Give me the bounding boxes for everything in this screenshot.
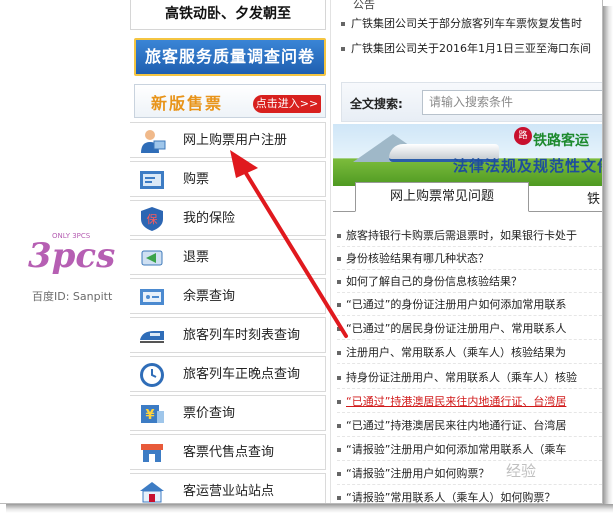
banner-subtitle: 法律法规及规范性文件 <box>453 157 603 175</box>
menu-item-refund[interactable]: 退票 <box>130 239 326 275</box>
menu-item-agency-query[interactable]: 客票代售点查询 <box>130 434 326 470</box>
bullet-icon <box>341 22 345 26</box>
new-ticketing-title: 新版售票 <box>151 94 224 113</box>
news-text: 广铁集团公司关于2016年1月1日三亚至海口东间 <box>351 42 591 55</box>
enter-button[interactable]: 点击进入>> <box>253 95 321 113</box>
faq-text: “请报验”常用联系人（乘车人）如何购票？ <box>346 491 556 504</box>
bullet-icon <box>337 400 341 404</box>
menu-label: 购票 <box>183 172 210 187</box>
menu-label: 客票代售点查询 <box>183 445 275 460</box>
faq-text: 注册用户、常用联系人（乘车人）核验结果为 <box>346 346 566 359</box>
menu-label: 我的保险 <box>183 211 236 226</box>
menu-label: 旅客列车时刻表查询 <box>183 328 301 343</box>
watermark-baidu-id: 百度ID: Sanpitt <box>32 290 113 303</box>
faq-text: “已通过”的居民身份证注册用户、常用联系人 <box>346 322 567 335</box>
faq-text: “请报验”注册用户如何添加常用联系人（乘车 <box>346 443 567 456</box>
menu-item-timetable[interactable]: 旅客列车时刻表查询 <box>130 317 326 353</box>
regulations-banner[interactable]: 路 铁路客运 法律法规及规范性文件 <box>333 124 603 186</box>
promo-text[interactable]: 高铁动卧、夕发朝至 <box>130 0 326 30</box>
clock-icon <box>138 361 166 389</box>
tab-online-faq[interactable]: 网上购票常见问题 <box>355 182 529 212</box>
menu-item-buy-ticket[interactable]: 购票 <box>130 161 326 197</box>
menu-item-stations[interactable]: 客运营业站站点 <box>130 473 326 503</box>
insurance-shield-icon: 保 <box>138 205 166 233</box>
faq-text: “请报验”注册用户如何购票？ <box>346 467 490 480</box>
search-label: 全文搜索: <box>350 97 403 111</box>
survey-button[interactable]: 旅客服务质量调查问卷 <box>134 38 326 76</box>
faq-tabs: 网上购票常见问题 铁 <box>333 182 602 212</box>
news-item[interactable]: 广铁集团公司关于2016年1月1日三亚至海口东间 <box>341 40 591 56</box>
bullet-icon <box>337 351 341 355</box>
main-content: 公告 广铁集团公司关于部分旅客列车车票恢复发售时 广铁集团公司关于2016年1月… <box>330 0 603 504</box>
menu-item-delay-query[interactable]: 旅客列车正晚点查询 <box>130 356 326 392</box>
watermark-logo: 3pcs <box>28 236 116 276</box>
faq-item[interactable]: “请报验”注册用户如何添加常用联系人（乘车 <box>337 438 602 461</box>
faq-item[interactable]: 如何了解自己的身份信息核验结果？ <box>337 270 602 293</box>
faq-item[interactable]: 旅客持银行卡购票后需退票时，如果银行卡处于 <box>337 224 602 247</box>
menu-label: 票价查询 <box>183 406 236 421</box>
menu-label: 网上购票用户注册 <box>183 133 288 148</box>
ticket-icon <box>138 166 166 194</box>
menu-label: 余票查询 <box>183 289 236 304</box>
shop-icon <box>138 439 166 467</box>
search-input[interactable]: 请输入搜索条件 <box>422 90 602 115</box>
bullet-icon <box>337 448 341 452</box>
bullet-icon <box>337 472 341 476</box>
menu-label: 客运营业站站点 <box>183 484 275 499</box>
faq-text: “已通过”持港澳居民来往内地通行证、台湾居 <box>346 395 567 408</box>
bullet-icon <box>337 376 341 380</box>
corner-watermark: 经验 <box>506 462 537 480</box>
menu-item-my-insurance[interactable]: 保 我的保险 <box>130 200 326 236</box>
tab-next[interactable]: 铁 <box>587 188 600 207</box>
train-icon <box>138 322 166 350</box>
faq-text: 身份核验结果有哪几种状态？ <box>346 252 489 265</box>
bullet-icon <box>337 327 341 331</box>
faq-text: 旅客持银行卡购票后需退票时，如果银行卡处于 <box>346 229 577 242</box>
faq-text: 持身份证注册用户、常用联系人（乘车人）核验 <box>346 371 577 384</box>
faq-text: “已通过”的身份证注册用户如何添加常用联系 <box>346 298 567 311</box>
bullet-icon <box>337 424 341 428</box>
faq-item[interactable]: “已通过”的居民身份证注册用户、常用联系人 <box>337 317 602 340</box>
bullet-icon <box>337 280 341 284</box>
faq-item[interactable]: “已通过”的身份证注册用户如何添加常用联系 <box>337 293 602 316</box>
faq-item-highlighted[interactable]: “已通过”持港澳居民来往内地通行证、台湾居 <box>337 390 602 413</box>
new-ticketing-banner[interactable]: 新版售票 点击进入>> <box>134 84 326 118</box>
faq-item[interactable]: 注册用户、常用联系人（乘车人）核验结果为 <box>337 341 602 364</box>
faq-item[interactable]: 持身份证注册用户、常用联系人（乘车人）核验 <box>337 366 602 389</box>
remaining-ticket-icon <box>138 283 166 311</box>
bullet-icon <box>341 47 345 51</box>
faq-item[interactable]: 身份核验结果有哪几种状态？ <box>337 247 602 270</box>
bullet-icon <box>337 257 341 261</box>
bullet-icon <box>337 496 341 500</box>
frame-shadow-bottom <box>6 504 613 513</box>
svg-text:保: 保 <box>147 212 158 226</box>
announcement-title: 公告 <box>353 0 375 11</box>
menu-item-remaining-tickets[interactable]: 余票查询 <box>130 278 326 314</box>
station-icon <box>138 478 166 503</box>
menu-item-fare-query[interactable]: ¥ 票价查询 <box>130 395 326 431</box>
news-item[interactable]: 广铁集团公司关于部分旅客列车车票恢复发售时 <box>341 15 582 31</box>
left-sidebar: 高铁动卧、夕发朝至 旅客服务质量调查问卷 新版售票 点击进入>> 网上购票用户注… <box>130 0 330 503</box>
menu-label: 旅客列车正晚点查询 <box>183 367 301 382</box>
refund-arrow-icon <box>138 244 166 272</box>
menu-item-user-register[interactable]: 网上购票用户注册 <box>130 122 326 158</box>
menu-label: 退票 <box>183 250 210 265</box>
faq-text: 如何了解自己的身份信息核验结果？ <box>346 275 522 288</box>
search-bar: 全文搜索: 请输入搜索条件 <box>341 82 602 122</box>
bullet-icon <box>337 303 341 307</box>
faq-item[interactable]: “已通过”持港澳居民来往内地通行证、台湾居 <box>337 414 602 437</box>
frame-shadow-right <box>603 6 613 513</box>
faq-text: “已通过”持港澳居民来往内地通行证、台湾居 <box>346 419 567 432</box>
banner-title: 铁路客运 <box>533 133 589 149</box>
yuan-price-icon: ¥ <box>138 400 166 428</box>
news-text: 广铁集团公司关于部分旅客列车车票恢复发售时 <box>351 17 582 30</box>
faq-item[interactable]: “请报验”注册用户如何购票？ <box>337 462 602 485</box>
user-register-icon <box>138 127 166 155</box>
browser-frame: ONLY 3PCS 3pcs 百度ID: Sanpitt 高铁动卧、夕发朝至 旅… <box>0 0 603 504</box>
svg-text:¥: ¥ <box>145 408 154 423</box>
faq-item[interactable]: “请报验”常用联系人（乘车人）如何购票？ <box>337 486 602 504</box>
bullet-icon <box>337 234 341 238</box>
railway-logo-icon: 路 <box>514 127 532 145</box>
